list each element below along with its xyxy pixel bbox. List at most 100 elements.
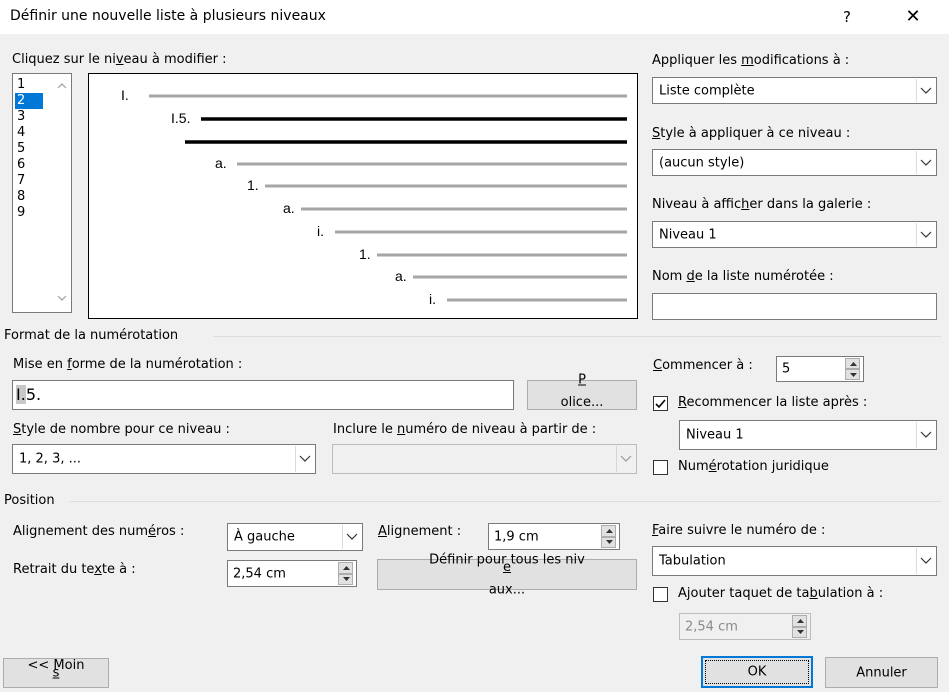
- listname-label: Nom de la liste numérotée :: [652, 269, 834, 284]
- include-label: Inclure le numéro de niveau à partir de …: [333, 422, 597, 437]
- style-value: (aucun style): [659, 155, 745, 170]
- restart-label[interactable]: Recommencer la liste après :: [678, 395, 867, 410]
- indent-value: 2,54 cm: [233, 566, 286, 581]
- ok-label: OK: [747, 664, 767, 680]
- chevron-down-icon[interactable]: [295, 446, 314, 472]
- spin-up-icon[interactable]: [792, 615, 807, 627]
- preview-pane[interactable]: I. I.5. a. 1. a. i. 1. a. i.: [88, 73, 638, 319]
- level-item[interactable]: 3: [15, 109, 43, 125]
- chevron-down-icon[interactable]: [916, 223, 935, 246]
- indent-label: Retrait du texte à :: [13, 562, 136, 577]
- cancel-button[interactable]: Annuler: [825, 657, 938, 688]
- start-value: 5: [782, 361, 791, 377]
- font-button[interactable]: Police...: [527, 373, 637, 410]
- align-numbers-label: Alignement des numéros :: [13, 524, 185, 539]
- chevron-down-icon[interactable]: [342, 525, 361, 549]
- listname-input[interactable]: [652, 293, 937, 320]
- align-numbers-value: À gauche: [234, 529, 295, 545]
- mise-label: Mise en forme de la numérotation :: [13, 357, 243, 372]
- ok-button[interactable]: OK: [701, 656, 813, 688]
- preview-label: i.: [317, 223, 324, 239]
- gallery-value: Niveau 1: [659, 227, 717, 242]
- tabstop-spinner[interactable]: 2,54 cm: [679, 613, 811, 640]
- preview-label: a.: [395, 268, 407, 284]
- levels-label: Cliquez sur le niveau à modifier :: [12, 52, 227, 67]
- level-item[interactable]: 5: [15, 141, 43, 157]
- tabstop-value: 2,54 cm: [685, 619, 738, 634]
- spin-up-icon[interactable]: [845, 358, 860, 369]
- format-section-title: Format de la numérotation: [4, 328, 179, 343]
- spin-down-icon[interactable]: [601, 536, 616, 548]
- tabstop-checkbox[interactable]: [653, 587, 668, 602]
- format-separator: [213, 336, 941, 337]
- restart-value: Niveau 1: [686, 427, 744, 443]
- spin-down-icon[interactable]: [338, 573, 353, 585]
- alignment-value: 1,9 cm: [494, 529, 539, 544]
- preview-label: a.: [283, 200, 295, 216]
- spin-up-icon[interactable]: [601, 525, 616, 537]
- level-item[interactable]: 8: [15, 189, 43, 205]
- cancel-label: Annuler: [856, 665, 907, 680]
- level-item[interactable]: 1: [15, 77, 43, 93]
- position-section-title: Position: [4, 493, 55, 508]
- dialog-title: Définir une nouvelle liste à plusieurs n…: [10, 8, 326, 24]
- follow-label: Faire suivre le numéro de :: [652, 523, 826, 538]
- preview-label: I.5.: [171, 110, 190, 126]
- level-item[interactable]: 6: [15, 157, 43, 173]
- number-format-text: 5.: [25, 385, 42, 404]
- apply-value: Liste complète: [659, 83, 755, 98]
- start-label: Commencer à :: [653, 358, 753, 373]
- follow-combo[interactable]: Tabulation: [652, 546, 937, 576]
- level-item[interactable]: 9: [15, 205, 43, 221]
- number-style-label: Style de nombre pour ce niveau :: [13, 422, 230, 437]
- gallery-label: Niveau à afficher dans la galerie :: [652, 197, 872, 212]
- checkmark-icon: [655, 399, 666, 409]
- restart-combo[interactable]: Niveau 1: [679, 420, 937, 450]
- chevron-down-icon[interactable]: [916, 151, 935, 174]
- level-item[interactable]: 7: [15, 173, 43, 189]
- level-list[interactable]: 123456789: [12, 73, 72, 313]
- align-numbers-combo[interactable]: À gauche: [227, 523, 363, 551]
- help-button[interactable]: ?: [836, 6, 858, 28]
- restart-checkbox[interactable]: [653, 396, 668, 411]
- spin-down-icon[interactable]: [845, 369, 860, 380]
- scroll-up-icon[interactable]: [53, 80, 71, 92]
- spin-down-icon[interactable]: [792, 626, 807, 638]
- include-combo[interactable]: [332, 444, 637, 474]
- gallery-combo[interactable]: Niveau 1: [652, 221, 937, 248]
- chevron-down-icon[interactable]: [916, 422, 935, 448]
- legal-checkbox[interactable]: [653, 460, 668, 475]
- close-button[interactable]: ✕: [900, 4, 926, 30]
- style-combo[interactable]: (aucun style): [652, 149, 937, 176]
- alignment-label: Alignement :: [378, 524, 462, 539]
- follow-value: Tabulation: [659, 553, 726, 569]
- set-all-levels-button[interactable]: Définir pour tous les niv e aux...: [377, 552, 637, 597]
- position-separator: [70, 501, 941, 502]
- spin-up-icon[interactable]: [338, 562, 353, 574]
- chevron-down-icon[interactable]: [616, 446, 635, 472]
- style-apply-label: Style à appliquer à ce niveau :: [652, 126, 851, 141]
- number-style-value: 1, 2, 3, ...: [19, 451, 82, 467]
- preview-label: i.: [429, 291, 436, 307]
- preview-label: I.: [121, 87, 129, 103]
- chevron-down-icon[interactable]: [916, 548, 935, 574]
- indent-spinner[interactable]: 2,54 cm: [227, 560, 357, 587]
- alignment-spinner[interactable]: 1,9 cm: [488, 523, 620, 550]
- level-item[interactable]: 2: [15, 93, 43, 109]
- preview-label: 1.: [359, 246, 371, 262]
- apply-combo[interactable]: Liste complète: [652, 77, 937, 104]
- scroll-down-icon[interactable]: [53, 292, 71, 304]
- number-style-combo[interactable]: 1, 2, 3, ...: [12, 444, 316, 474]
- start-spinner[interactable]: 5: [776, 356, 864, 382]
- tabstop-label[interactable]: Ajouter taquet de tabulation à :: [678, 586, 883, 601]
- chevron-down-icon[interactable]: [916, 79, 935, 102]
- preview-drawing: I. I.5. a. 1. a. i. 1. a. i.: [121, 87, 627, 307]
- number-format-field: I.: [16, 385, 26, 404]
- level-list-scrollbar[interactable]: [53, 74, 71, 312]
- preview-label: 1.: [247, 177, 259, 193]
- number-format-input[interactable]: I.5.: [12, 380, 514, 410]
- less-button[interactable]: << Moin s: [3, 658, 109, 688]
- preview-label: a.: [215, 155, 227, 171]
- legal-label[interactable]: Numérotation juridique: [678, 459, 829, 474]
- level-item[interactable]: 4: [15, 125, 43, 141]
